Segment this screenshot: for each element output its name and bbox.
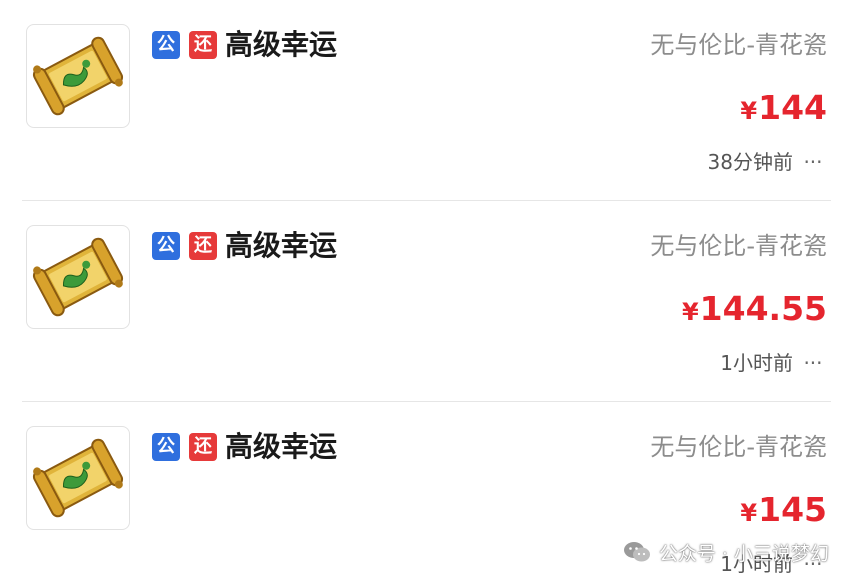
public-badge: 公	[152, 31, 180, 59]
watermark: 公众号 · 小三说梦幻	[623, 537, 829, 567]
more-options-icon[interactable]: ···	[799, 147, 827, 177]
price-amount: 144	[758, 88, 827, 127]
public-badge: 公	[152, 433, 180, 461]
listing-item[interactable]: 公 还 高级幸运 无与伦比-青花瓷 ¥144 38分钟前 ···	[0, 0, 853, 200]
item-title[interactable]: 高级幸运	[225, 429, 337, 465]
item-title[interactable]: 高级幸运	[225, 27, 337, 63]
price-amount: 144.55	[699, 289, 827, 328]
server-name: 无与伦比-青花瓷	[650, 433, 827, 461]
item-thumbnail[interactable]	[26, 426, 130, 530]
item-price: ¥145	[740, 488, 827, 538]
listed-time: 38分钟前	[707, 150, 793, 174]
currency-symbol: ¥	[740, 97, 758, 125]
price-amount: 145	[758, 490, 827, 529]
listed-time: 1小时前	[720, 351, 793, 375]
item-thumbnail[interactable]	[26, 225, 130, 329]
scroll-icon	[32, 36, 124, 116]
return-badge: 还	[189, 433, 217, 461]
listing-list: 公 还 高级幸运 无与伦比-青花瓷 ¥144 38分钟前 ··· 公 还 高级幸…	[0, 0, 853, 586]
scroll-icon	[32, 237, 124, 317]
item-price: ¥144.55	[682, 287, 827, 337]
item-price: ¥144	[740, 86, 827, 136]
wechat-icon	[623, 542, 650, 562]
item-title[interactable]: 高级幸运	[225, 228, 337, 264]
server-name: 无与伦比-青花瓷	[650, 232, 827, 260]
scroll-icon	[32, 438, 124, 518]
return-badge: 还	[189, 31, 217, 59]
currency-symbol: ¥	[681, 298, 699, 326]
more-options-icon[interactable]: ···	[799, 348, 827, 378]
server-name: 无与伦比-青花瓷	[650, 31, 827, 59]
return-badge: 还	[189, 232, 217, 260]
currency-symbol: ¥	[740, 499, 758, 527]
public-badge: 公	[152, 232, 180, 260]
listing-item[interactable]: 公 还 高级幸运 无与伦比-青花瓷 ¥144.55 1小时前 ···	[0, 201, 853, 401]
item-thumbnail[interactable]	[26, 24, 130, 128]
watermark-text: 公众号 · 小三说梦幻	[658, 542, 829, 565]
